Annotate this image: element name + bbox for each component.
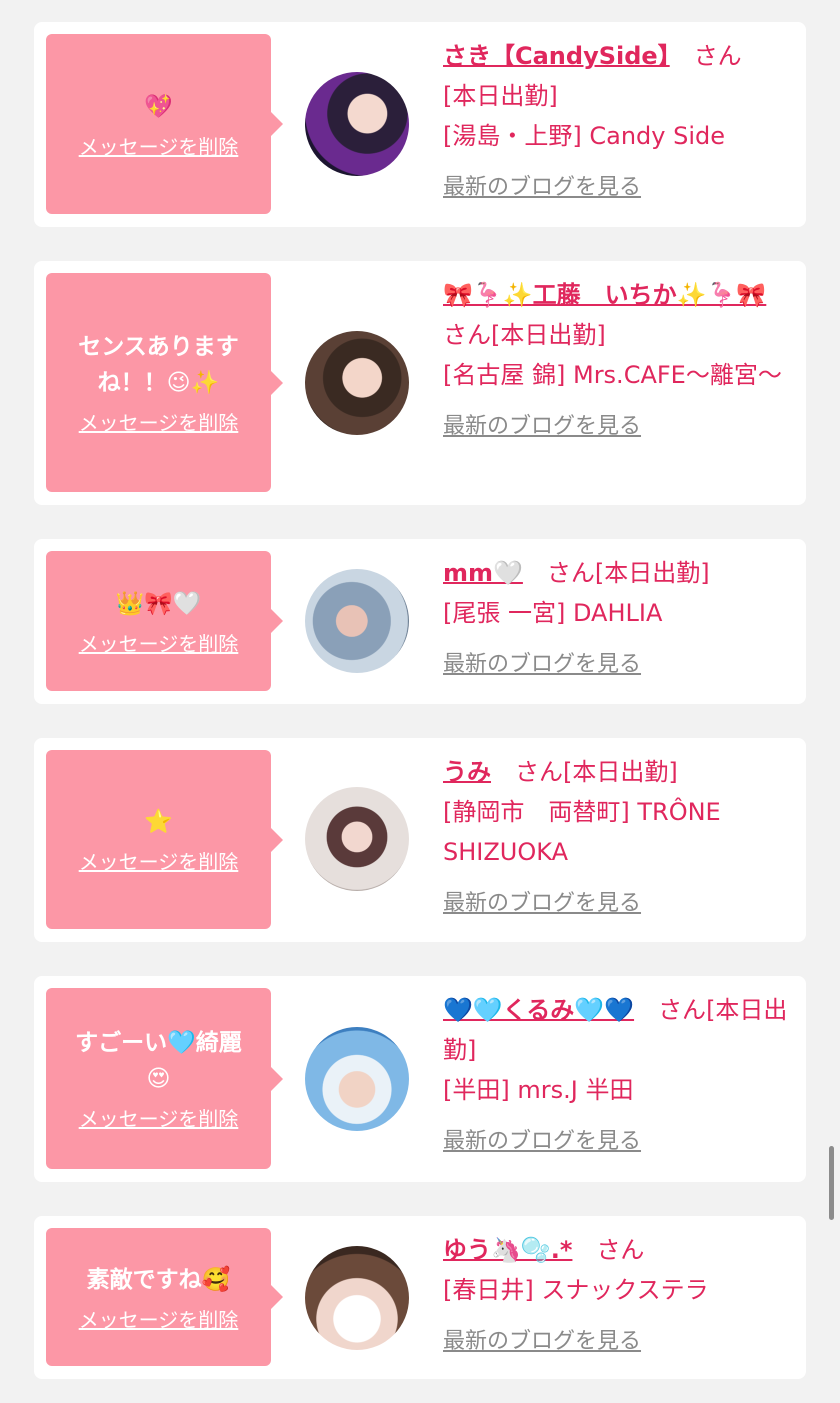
favorite-card: 👑🎀🤍 メッセージを削除 mm🤍 さん[本日出勤] [尾張 一宮] DAHLIA… [34,539,806,704]
san-label: さん [515,758,563,786]
delete-message-link[interactable]: メッセージを削除 [79,407,239,436]
san-label: さん [443,321,491,349]
favorite-card: 素敵ですね🥰 メッセージを削除 ゆう🦄🫧.* さん [春日井] スナックステラ … [34,1216,806,1379]
shop-text: [尾張 一宮] DAHLIA [443,599,663,627]
avatar[interactable] [305,331,409,435]
delete-message-link[interactable]: メッセージを削除 [79,846,239,875]
girl-info: 🎀🦩✨工藤 いちか✨🦩🎀 さん[本日出勤] [名古屋 錦] Mrs.CAFE〜離… [443,275,788,447]
message-bubble: 👑🎀🤍 メッセージを削除 [46,551,283,691]
girl-info: 💙🩵くるみ🩵💙 さん[本日出勤] [半田] mrs.J 半田 最新のブログを見る [443,990,788,1162]
status-text: [本日出勤] [563,758,678,786]
san-label: さん [693,42,742,70]
shop-text: [半田] mrs.J 半田 [443,1076,634,1104]
message-text: 💖 [144,93,173,120]
message-bubble: すごーい🩵綺麗 😍 メッセージを削除 [46,988,283,1169]
avatar[interactable] [305,569,409,673]
message-text: 素敵ですね🥰 [86,1266,231,1293]
girl-info: ゆう🦄🫧.* さん [春日井] スナックステラ 最新のブログを見る [443,1230,788,1362]
san-label: さん [596,1236,645,1264]
latest-blog-link[interactable]: 最新のブログを見る [443,407,641,447]
message-text: 👑🎀🤍 [115,590,202,617]
girl-name-link[interactable]: 🎀🦩✨工藤 いちか✨🦩🎀 [443,281,766,309]
san-label: さん [658,996,707,1024]
girl-name-link[interactable]: mm🤍 [443,559,523,587]
message-bubble: 💖 メッセージを削除 [46,34,283,214]
girl-name-link[interactable]: さき【CandySide】 [443,42,670,70]
favorite-card: 💖 メッセージを削除 さき【CandySide】 さん [本日出勤] [湯島・上… [34,22,806,227]
favorite-card: センスあります ね！！😉✨ メッセージを削除 🎀🦩✨工藤 いちか✨🦩🎀 さん[本… [34,261,806,505]
message-bubble: センスあります ね！！😉✨ メッセージを削除 [46,273,283,492]
message-bubble: ⭐ メッセージを削除 [46,750,283,929]
delete-message-link[interactable]: メッセージを削除 [79,628,239,657]
shop-text: [静岡市 両替町] TRÔNE SHIZUOKA [443,798,721,866]
latest-blog-link[interactable]: 最新のブログを見る [443,1322,641,1362]
girl-info: さき【CandySide】 さん [本日出勤] [湯島・上野] Candy Si… [443,36,788,208]
message-bubble: 素敵ですね🥰 メッセージを削除 [46,1228,283,1366]
favorite-card: ⭐ メッセージを削除 うみ さん[本日出勤] [静岡市 両替町] TRÔNE S… [34,738,806,942]
latest-blog-link[interactable]: 最新のブログを見る [443,884,641,924]
delete-message-link[interactable]: メッセージを削除 [79,1304,239,1333]
message-text: ⭐ [144,809,173,835]
favorite-card: すごーい🩵綺麗 😍 メッセージを削除 💙🩵くるみ🩵💙 さん[本日出勤] [半田]… [34,976,806,1182]
shop-text: [春日井] スナックステラ [443,1276,709,1304]
latest-blog-link[interactable]: 最新のブログを見る [443,168,641,208]
name-line: 🎀🦩✨工藤 いちか✨🦩🎀 さん[本日出勤] [443,275,788,355]
girl-name-link[interactable]: ゆう🦄🫧.* [443,1236,572,1264]
delete-message-link[interactable]: メッセージを削除 [79,131,239,160]
status-text: [本日出勤] [443,82,558,110]
status-text: [本日出勤] [594,559,710,587]
delete-message-link[interactable]: メッセージを削除 [79,1103,239,1132]
girl-info: うみ さん[本日出勤] [静岡市 両替町] TRÔNE SHIZUOKA 最新の… [443,752,788,924]
name-line: 💙🩵くるみ🩵💙 さん[本日出勤] [443,990,788,1070]
san-label: さん [546,559,595,587]
avatar[interactable] [305,1027,409,1131]
scrollbar[interactable] [829,1146,834,1220]
name-line: mm🤍 さん[本日出勤] [443,553,788,593]
latest-blog-link[interactable]: 最新のブログを見る [443,1122,641,1162]
status-text: [本日出勤] [491,321,606,349]
avatar[interactable] [305,72,409,176]
message-text: すごーい🩵綺麗 😍 [75,1030,242,1092]
shop-text: [名古屋 錦] Mrs.CAFE〜離宮〜 [443,361,782,389]
girl-name-link[interactable]: うみ [443,758,491,786]
girl-name-link[interactable]: 💙🩵くるみ🩵💙 [443,996,634,1024]
name-line: さき【CandySide】 さん [443,36,788,76]
name-line: うみ さん[本日出勤] [443,752,788,792]
avatar[interactable] [305,1246,409,1350]
name-line: ゆう🦄🫧.* さん [443,1230,788,1270]
avatar[interactable] [305,787,409,891]
latest-blog-link[interactable]: 最新のブログを見る [443,645,641,685]
girl-info: mm🤍 さん[本日出勤] [尾張 一宮] DAHLIA 最新のブログを見る [443,553,788,685]
message-text: センスあります ね！！😉✨ [78,334,239,396]
shop-text: [湯島・上野] Candy Side [443,122,725,150]
